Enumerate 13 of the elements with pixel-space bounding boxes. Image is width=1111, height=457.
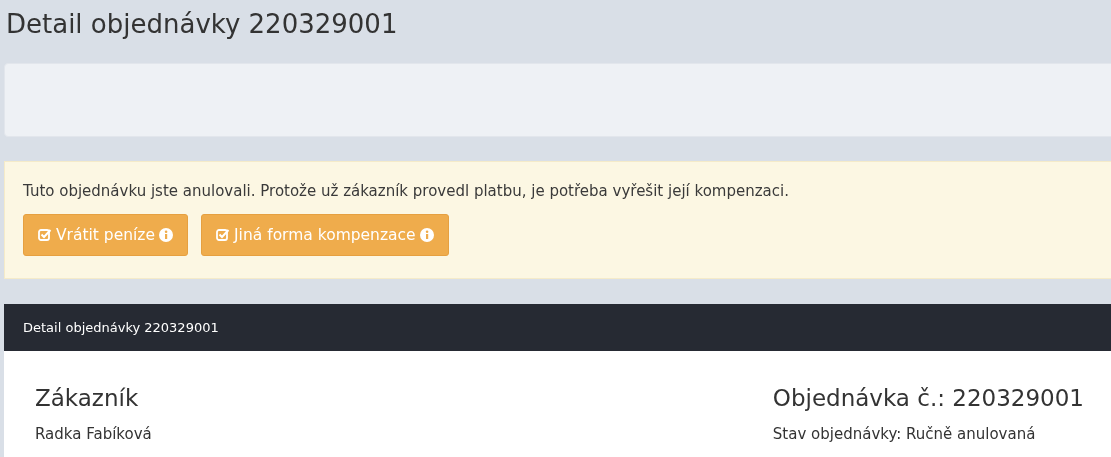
order-heading: Objednávka č.: 220329001 [772, 385, 1084, 411]
customer-heading: Zákazník [35, 385, 140, 411]
order-status: Stav objednávky: Ručně anulovaná [772, 425, 1037, 443]
customer-name: Radka Fabíková [35, 425, 152, 443]
checkbox-icon [38, 228, 52, 242]
compensation-button[interactable]: Jiná forma kompenzace [201, 214, 449, 256]
checkbox-icon [216, 228, 231, 242]
card-header: Detail objednávky 220329001 [4, 304, 1111, 351]
alert-message: Tuto objednávku jste anulovali. Protože už zákazník provedl platbu, je potřeba vyřešit její kompenzaci. [23, 182, 790, 200]
info-icon [419, 228, 434, 242]
compensation-button[interactable]: Vrátit peníze [23, 214, 189, 256]
page-title: Detail objednávky 220329001 [5, 8, 399, 41]
info-icon [159, 228, 174, 242]
